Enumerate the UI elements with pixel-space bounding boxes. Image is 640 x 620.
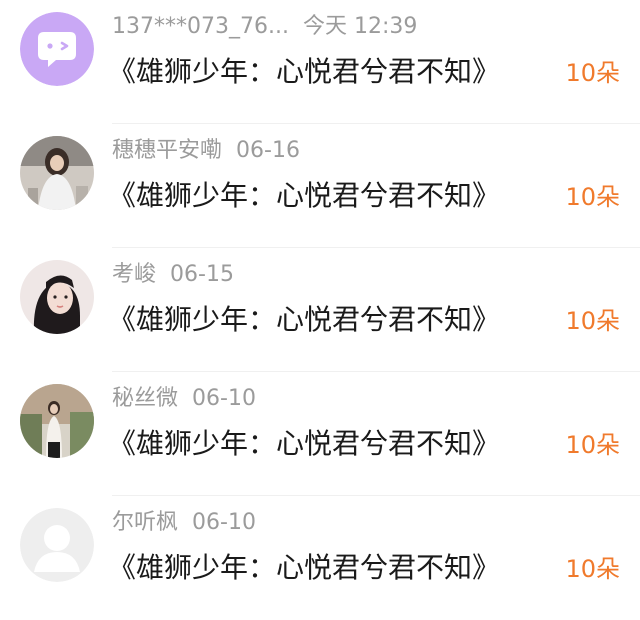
list-item[interactable]: 考峻 06-15 《雄狮少年：心悦君兮君不知》 10朵 — [0, 248, 640, 372]
photo-avatar-image — [20, 136, 94, 210]
item-meta: 考峻 06-15 — [112, 258, 234, 292]
gift-count: 10朵 — [565, 555, 620, 583]
item-meta: 137***073_76... 今天 12:39 — [112, 10, 417, 44]
username[interactable]: 尔听枫 — [112, 510, 178, 535]
username[interactable]: 137***073_76... — [112, 14, 289, 39]
avatar[interactable] — [20, 260, 94, 334]
book-title[interactable]: 《雄狮少年：心悦君兮君不知》 — [108, 424, 500, 464]
username[interactable]: 秘丝微 — [112, 386, 178, 411]
item-meta: 秘丝微 06-10 — [112, 382, 256, 416]
book-title[interactable]: 《雄狮少年：心悦君兮君不知》 — [108, 548, 500, 588]
timestamp: 06-15 — [170, 262, 234, 287]
gift-count: 10朵 — [565, 307, 620, 335]
gift-count: 10朵 — [565, 183, 620, 211]
timestamp: 06-10 — [192, 510, 256, 535]
photo-avatar-image — [20, 384, 94, 458]
photo-avatar-image — [20, 260, 94, 334]
book-title[interactable]: 《雄狮少年：心悦君兮君不知》 — [108, 52, 500, 92]
book-title[interactable]: 《雄狮少年：心悦君兮君不知》 — [108, 300, 500, 340]
username[interactable]: 穗穗平安嘞 — [112, 138, 222, 163]
default-user-icon — [20, 508, 94, 582]
timestamp: 06-10 — [192, 386, 256, 411]
list-item[interactable]: 137***073_76... 今天 12:39 《雄狮少年：心悦君兮君不知》 1… — [0, 0, 640, 124]
avatar[interactable] — [20, 12, 94, 86]
list-item[interactable]: 秘丝微 06-10 《雄狮少年：心悦君兮君不知》 10朵 — [0, 372, 640, 496]
book-title[interactable]: 《雄狮少年：心悦君兮君不知》 — [108, 176, 500, 216]
avatar[interactable] — [20, 136, 94, 210]
list-item[interactable]: 穗穗平安嘞 06-16 《雄狮少年：心悦君兮君不知》 10朵 — [0, 124, 640, 248]
item-meta: 尔听枫 06-10 — [112, 506, 256, 540]
avatar[interactable] — [20, 384, 94, 458]
chat-bubble-icon — [20, 12, 94, 86]
timestamp: 今天 12:39 — [302, 14, 418, 39]
username[interactable]: 考峻 — [112, 262, 156, 287]
item-meta: 穗穗平安嘞 06-16 — [112, 134, 300, 168]
gift-count: 10朵 — [565, 59, 620, 87]
list-item[interactable]: 尔听枫 06-10 《雄狮少年：心悦君兮君不知》 10朵 — [0, 496, 640, 620]
gift-count: 10朵 — [565, 431, 620, 459]
avatar[interactable] — [20, 508, 94, 582]
timestamp: 06-16 — [236, 138, 300, 163]
gift-list: 137***073_76... 今天 12:39 《雄狮少年：心悦君兮君不知》 1… — [0, 0, 640, 609]
